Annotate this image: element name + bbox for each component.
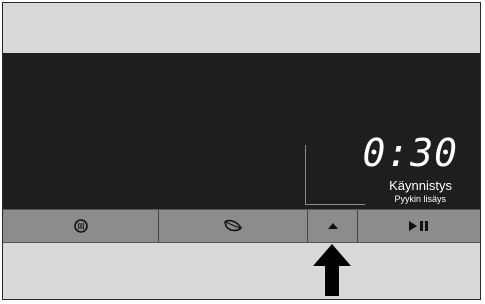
status-primary: Käynnistys xyxy=(389,178,452,193)
start-pause-button[interactable] xyxy=(357,210,480,242)
up-button[interactable] xyxy=(307,210,357,242)
remaining-time: 0:30 xyxy=(362,131,458,175)
control-panel-frame: 0:30 Käynnistys Pyykin lisäys xyxy=(2,2,481,300)
arrow-up-pointer-icon xyxy=(313,244,351,296)
button-bar xyxy=(3,209,480,243)
display-divider xyxy=(305,145,306,205)
display-divider-foot xyxy=(305,204,365,205)
display-screen: 0:30 Käynnistys Pyykin lisäys xyxy=(3,53,480,209)
steam-icon xyxy=(73,219,88,233)
steam-button[interactable] xyxy=(3,210,158,242)
eco-button[interactable] xyxy=(158,210,307,242)
status-secondary: Pyykin lisäys xyxy=(394,194,446,204)
play-pause-icon xyxy=(408,220,430,232)
leaf-icon xyxy=(223,219,243,233)
top-panel xyxy=(3,3,480,53)
arrow-up-small-icon xyxy=(327,222,339,230)
bottom-panel xyxy=(3,243,480,299)
